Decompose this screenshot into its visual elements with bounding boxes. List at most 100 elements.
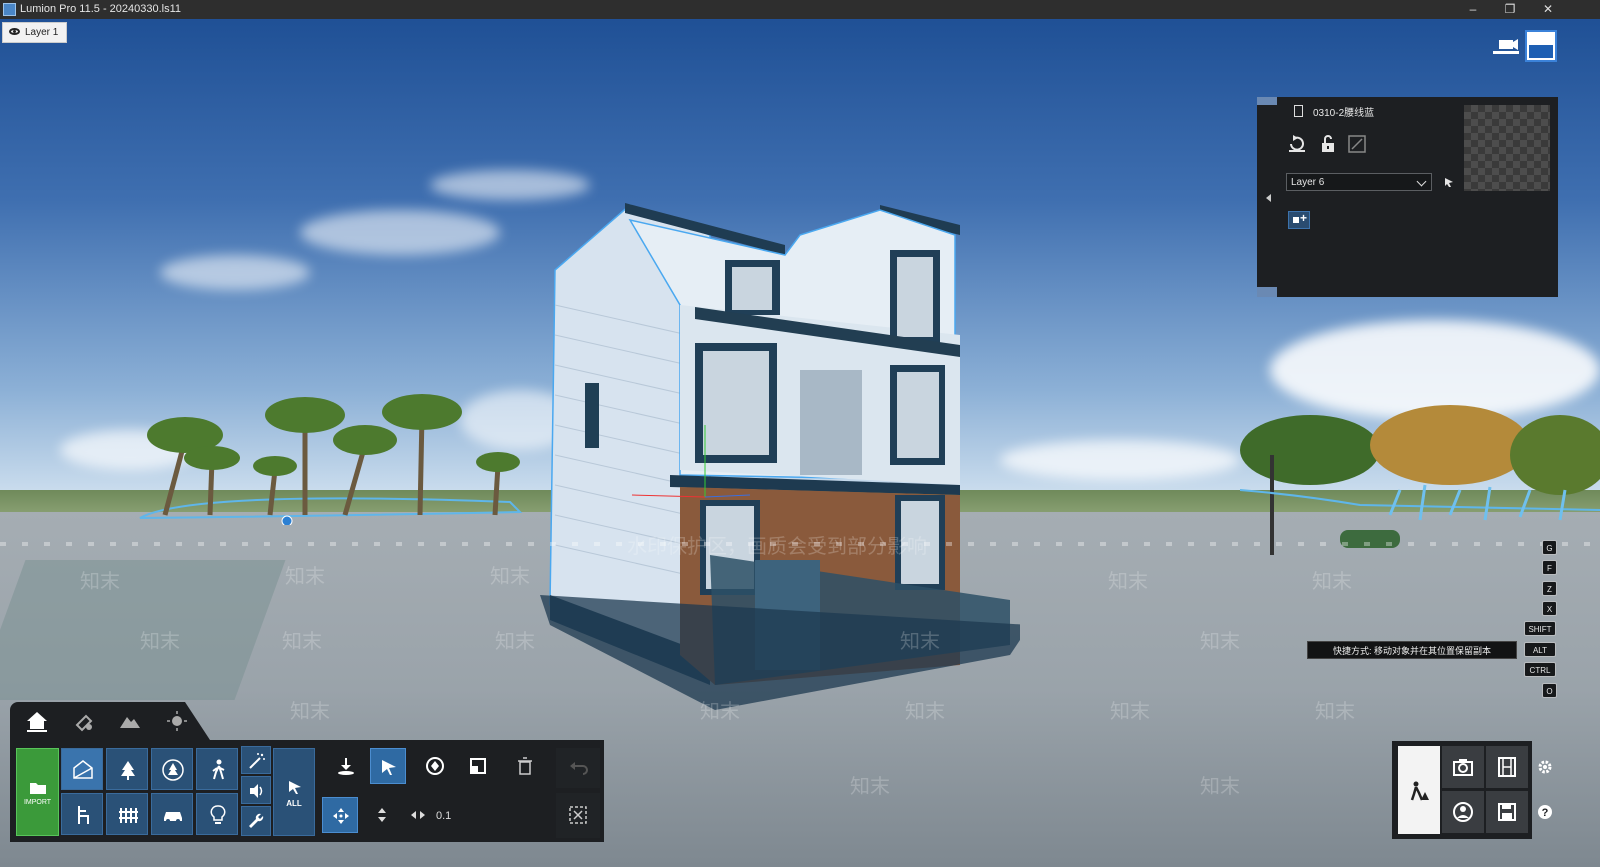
resize-icon[interactable] [1347,134,1367,154]
undo-button[interactable] [556,748,600,788]
chair-icon [78,806,89,824]
panorama-icon [1453,802,1473,822]
watermark-tile: 知末 [495,631,535,653]
palm-trees[interactable] [130,390,530,525]
view-mode-button[interactable] [1525,30,1557,62]
layer-select[interactable]: Layer 6 [1286,173,1432,191]
place-object-button[interactable] [328,748,364,784]
watermark-tile: 知末 [282,631,322,653]
window-title: Lumion Pro 11.5 - 20240330.ls11 [20,3,182,15]
shortcut-key-f[interactable]: F [1542,560,1557,575]
watermark-tile: 知末 [80,571,120,593]
undo-icon [570,762,588,775]
watermark-tile: 知末 [700,701,740,723]
import-label: IMPORT [23,799,52,806]
chevron-down-icon [1416,176,1427,187]
shortcut-key-shift[interactable]: SHIFT [1524,621,1556,636]
shortcut-key-alt[interactable]: ALT [1524,642,1556,657]
mode-panel [1392,741,1532,839]
object-name: 0310-2腰线蓝 [1313,108,1375,119]
fence-icon [119,808,138,823]
watermark-tile: 知末 [140,631,180,653]
magic-wand-icon [249,753,265,769]
indoor-category-button[interactable] [61,793,103,835]
add-layer-button[interactable] [1288,211,1310,229]
selected-house-model[interactable] [540,195,1020,715]
building-icon [73,760,93,779]
refresh-icon[interactable] [1287,134,1307,154]
shortcut-key-ctrl[interactable]: CTRL [1524,662,1556,677]
move-vertical-button[interactable] [364,797,400,833]
deselect-button[interactable] [556,793,600,838]
vertical-arrows-icon [378,808,386,822]
import-button[interactable]: IMPORT [16,748,59,836]
nature-category-button[interactable] [106,748,148,790]
material-preview-thumbnail[interactable] [1464,105,1550,191]
landscape-icon[interactable] [118,710,142,732]
arrow-cursor-icon [382,760,396,775]
building-category-button[interactable] [61,748,103,790]
transport-category-button[interactable] [151,793,193,835]
panorama-mode-button[interactable] [1442,791,1484,833]
unlock-icon[interactable] [1318,134,1338,154]
weather-sun-icon[interactable] [165,710,189,732]
watermark-banner: 水印保护区，画质会受到部分影响 [627,536,927,558]
shortcut-key-z[interactable]: Z [1542,581,1557,596]
layer-tab[interactable]: Layer 1 [2,22,68,43]
move-object-button[interactable] [322,797,358,833]
trash-icon [518,757,532,775]
collapse-panel-icon[interactable] [1266,194,1271,202]
scale-icon [470,758,486,774]
move-horizontal-button[interactable] [400,797,436,833]
gear-icon[interactable] [1537,759,1553,775]
lights-category-button[interactable] [196,793,238,835]
shortcut-key-o[interactable]: O [1542,683,1557,698]
move-icon [333,808,349,824]
rotate-icon [426,757,444,775]
watermark-tile: 知末 [1110,701,1150,723]
effects-button[interactable] [241,746,271,774]
minimize-button[interactable]: – [1455,0,1491,19]
bottom-toolbar: IMPORT ALL 0.1 [10,702,604,842]
eye-icon[interactable] [9,28,20,35]
watermark-tile: 知末 [1108,571,1148,593]
photo-mode-button[interactable] [1442,746,1484,788]
home-icon[interactable] [25,710,49,732]
build-mode-button[interactable] [1398,746,1440,834]
file-icon [1294,105,1303,117]
layer-tab-label: Layer 1 [25,27,59,38]
utilities-button[interactable] [241,806,271,836]
panel-notch [1257,97,1277,105]
shortcut-key-x[interactable]: X [1542,601,1557,616]
step-value[interactable]: 0.1 [436,810,451,822]
restore-button[interactable]: ❐ [1492,0,1528,19]
watermark-tile: 知末 [490,566,530,588]
deselect-icon [569,806,587,824]
select-all-button[interactable]: ALL [273,748,315,836]
rotate-object-button[interactable] [417,748,453,784]
delete-object-button[interactable] [507,748,543,784]
outdoor-category-button[interactable] [106,793,148,835]
tree-add-icon [162,759,184,781]
select-object-button[interactable] [370,748,406,784]
watermark-tile: 知末 [905,701,945,723]
panel-notch [1257,287,1277,297]
movie-mode-button[interactable] [1486,746,1528,788]
sound-button[interactable] [241,776,271,804]
pick-layer-icon[interactable] [1443,176,1455,188]
right-trees[interactable] [1240,395,1600,555]
help-icon[interactable]: ? [1537,804,1553,820]
people-category-button[interactable] [196,748,238,790]
close-button[interactable]: ✕ [1530,0,1566,19]
tree-icon [121,761,135,780]
save-file-button[interactable] [1486,791,1528,833]
add-nature-button[interactable] [151,748,193,790]
cursor-icon [289,781,301,794]
watermark-tile: 知末 [1200,631,1240,653]
material-icon[interactable] [72,710,96,732]
scale-object-button[interactable] [460,748,496,784]
camera-view-icon[interactable] [1493,36,1519,56]
window-titlebar[interactable]: Lumion Pro 11.5 - 20240330.ls11 – ❐ ✕ [0,0,1600,19]
shortcut-key-g[interactable]: G [1542,540,1557,555]
light-bulb-icon [210,805,226,824]
